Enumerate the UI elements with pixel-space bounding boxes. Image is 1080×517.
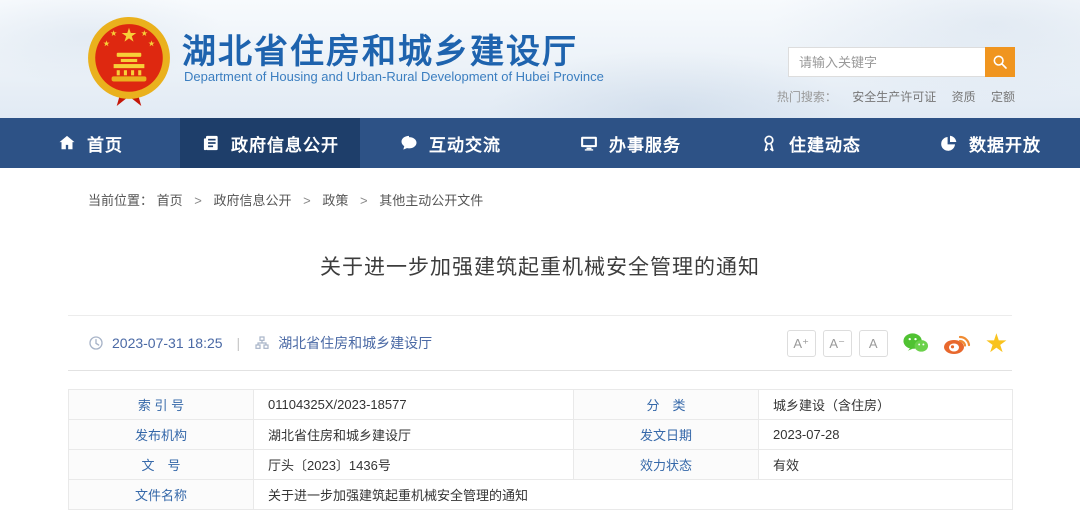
field-label-issue-date: 发文日期 <box>574 420 759 450</box>
wechat-icon <box>902 331 929 355</box>
qzone-star-icon: ★ <box>985 330 1008 356</box>
field-value-doc-name: 关于进一步加强建筑起重机械安全管理的通知 <box>254 480 1013 510</box>
hot-search-line: 热门搜索： 安全生产许可证 资质 定额 <box>777 88 1015 105</box>
nav-label: 住建动态 <box>789 131 861 156</box>
national-emblem-logo <box>86 13 172 109</box>
organization-icon <box>254 335 270 351</box>
search-input[interactable] <box>788 47 985 77</box>
article-source: 湖北省住房和城乡建设厅 <box>278 333 432 353</box>
font-increase-button[interactable]: A⁺ <box>787 330 816 357</box>
nav-label: 办事服务 <box>609 131 681 156</box>
field-label-category: 分 类 <box>574 390 759 420</box>
table-row: 索 引 号 01104325X/2023-18577 分 类 城乡建设（含住房） <box>69 390 1013 420</box>
field-value-validity-status: 有效 <box>759 450 1013 480</box>
hot-keyword[interactable]: 资质 <box>952 90 976 104</box>
search-bar <box>788 47 1015 77</box>
breadcrumb-item-gov-info[interactable]: 政府信息公开 <box>214 193 292 208</box>
publish-time: 2023-07-31 18:25 <box>112 335 223 351</box>
nav-label: 政府信息公开 <box>231 131 339 156</box>
breadcrumb-label: 当前位置： <box>88 193 153 208</box>
share-qzone-button[interactable]: ★ <box>985 330 1008 356</box>
weibo-icon <box>943 331 971 355</box>
breadcrumb-separator: > <box>303 193 311 208</box>
hot-keyword[interactable]: 定额 <box>991 90 1015 104</box>
nav-label: 数据开放 <box>969 131 1041 156</box>
field-label-validity-status: 效力状态 <box>574 450 759 480</box>
clock-icon <box>88 335 104 351</box>
document-icon <box>201 133 221 153</box>
nav-label: 互动交流 <box>429 131 501 156</box>
article-meta-right: A⁺ A⁻ A <box>780 330 1008 357</box>
home-icon <box>57 133 77 153</box>
badge-person-icon <box>759 133 779 153</box>
share-wechat-button[interactable] <box>902 331 929 355</box>
search-icon <box>992 54 1008 70</box>
field-label-index-number: 索 引 号 <box>69 390 254 420</box>
field-label-issuing-agency: 发布机构 <box>69 420 254 450</box>
nav-item-news[interactable]: 住建动态 <box>720 118 900 168</box>
field-value-issuing-agency: 湖北省住房和城乡建设厅 <box>254 420 574 450</box>
field-label-doc-number: 文 号 <box>69 450 254 480</box>
document-info-table: 索 引 号 01104325X/2023-18577 分 类 城乡建设（含住房）… <box>68 389 1013 510</box>
article-meta-row: 2023-07-31 18:25 | 湖北省住房和城乡建设厅 A⁺ A⁻ A <box>68 315 1012 371</box>
article-title: 关于进一步加强建筑起重机械安全管理的通知 <box>68 251 1012 281</box>
nav-label: 首页 <box>87 131 123 156</box>
chat-bubble-icon <box>399 133 419 153</box>
meta-separator: | <box>237 335 241 351</box>
pie-chart-icon <box>939 133 959 153</box>
font-reset-button[interactable]: A <box>859 330 888 357</box>
nav-item-services[interactable]: 办事服务 <box>540 118 720 168</box>
field-value-index-number: 01104325X/2023-18577 <box>254 390 574 420</box>
table-row: 文 号 厅头〔2023〕1436号 效力状态 有效 <box>69 450 1013 480</box>
nav-item-gov-info[interactable]: 政府信息公开 <box>180 118 360 168</box>
field-label-doc-name: 文件名称 <box>69 480 254 510</box>
nav-item-home[interactable]: 首页 <box>0 118 180 168</box>
field-value-issue-date: 2023-07-28 <box>759 420 1013 450</box>
site-title: 湖北省住房和城乡建设厅 <box>182 24 578 73</box>
breadcrumb-separator: > <box>194 193 202 208</box>
search-button[interactable] <box>985 47 1015 77</box>
share-weibo-button[interactable] <box>943 331 971 355</box>
hot-search-label: 热门搜索： <box>777 90 837 104</box>
field-value-doc-number: 厅头〔2023〕1436号 <box>254 450 574 480</box>
main-nav: 首页 政府信息公开 互动交流 办事服务 住建动态 <box>0 118 1080 168</box>
field-value-category: 城乡建设（含住房） <box>759 390 1013 420</box>
font-decrease-button[interactable]: A⁻ <box>823 330 852 357</box>
nav-item-open-data[interactable]: 数据开放 <box>900 118 1080 168</box>
site-subtitle-en: Department of Housing and Urban-Rural De… <box>184 69 604 84</box>
table-row: 发布机构 湖北省住房和城乡建设厅 发文日期 2023-07-28 <box>69 420 1013 450</box>
site-header: 湖北省住房和城乡建设厅 Department of Housing and Ur… <box>0 0 1080 118</box>
hot-keyword[interactable]: 安全生产许可证 <box>852 90 936 104</box>
content-area: 当前位置： 首页 > 政府信息公开 > 政策 > 其他主动公开文件 关于进一步加… <box>68 168 1012 510</box>
breadcrumb-item-home[interactable]: 首页 <box>157 193 183 208</box>
nav-item-interaction[interactable]: 互动交流 <box>360 118 540 168</box>
breadcrumb-item-policy[interactable]: 政策 <box>322 193 348 208</box>
article-meta-left: 2023-07-31 18:25 | 湖北省住房和城乡建设厅 <box>88 333 432 353</box>
breadcrumb: 当前位置： 首页 > 政府信息公开 > 政策 > 其他主动公开文件 <box>68 168 1012 209</box>
table-row: 文件名称 关于进一步加强建筑起重机械安全管理的通知 <box>69 480 1013 510</box>
breadcrumb-separator: > <box>360 193 368 208</box>
breadcrumb-item-other-docs[interactable]: 其他主动公开文件 <box>379 193 483 208</box>
monitor-icon <box>579 133 599 153</box>
